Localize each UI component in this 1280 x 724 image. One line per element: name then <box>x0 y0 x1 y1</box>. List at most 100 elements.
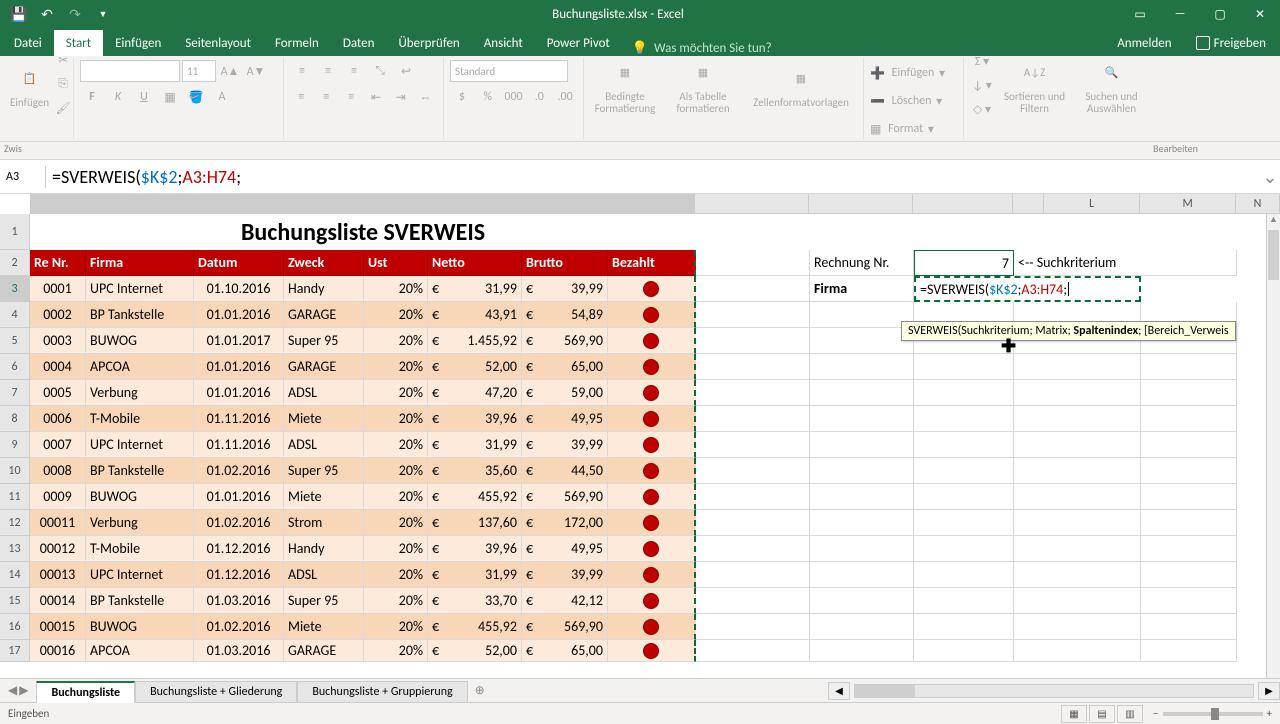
table-cell[interactable]: UPC Internet <box>86 562 194 588</box>
table-cell[interactable]: BUWOG <box>86 484 194 510</box>
tab-einfuegen[interactable]: Einfügen <box>103 30 173 56</box>
table-cell[interactable]: 01.01.2016 <box>194 484 284 510</box>
table-cell[interactable] <box>608 380 696 406</box>
table-cell[interactable]: €39,96 <box>428 536 522 562</box>
table-cell[interactable]: 00011 <box>30 510 86 536</box>
table-cell[interactable]: 01.11.2016 <box>194 432 284 458</box>
table-header[interactable]: Bezahlt <box>608 250 696 276</box>
align-center-icon[interactable]: ≡ <box>315 86 338 108</box>
table-cell[interactable]: 00014 <box>30 588 86 614</box>
table-cell[interactable]: T-Mobile <box>86 536 194 562</box>
table-cell[interactable]: €59,00 <box>522 380 608 406</box>
table-cell[interactable] <box>608 458 696 484</box>
cell-styles-button[interactable]: ▦ Zellenformatvorlagen <box>746 59 856 109</box>
table-cell[interactable]: 00013 <box>30 562 86 588</box>
percent-icon[interactable]: % <box>476 86 500 108</box>
col-header-N[interactable]: N <box>1236 194 1280 213</box>
row-header-11[interactable]: 11 <box>0 484 30 510</box>
merge-icon[interactable]: ⇔ <box>414 86 437 108</box>
formula-input[interactable]: =SVERWEIS($K$2;A3:H74; <box>46 162 1260 192</box>
row-header-4[interactable]: 4 <box>0 302 30 328</box>
table-cell[interactable]: 20% <box>364 328 428 354</box>
cut-icon[interactable]: ✂ <box>51 56 75 71</box>
zoom-slider[interactable] <box>1163 712 1263 716</box>
increase-decimal-icon[interactable]: .0 <box>527 86 551 108</box>
table-cell[interactable] <box>608 354 696 380</box>
zoom-in-icon[interactable]: + <box>1267 707 1272 720</box>
table-cell[interactable]: €172,00 <box>522 510 608 536</box>
qat-dropdown-icon[interactable]: ▼ <box>90 2 116 26</box>
active-cell-formula[interactable]: =SVERWEIS($K$2;A3:H74; <box>914 276 1141 302</box>
table-cell[interactable] <box>608 432 696 458</box>
table-cell[interactable]: GARAGE <box>284 354 364 380</box>
table-cell[interactable]: €39,99 <box>522 562 608 588</box>
name-box[interactable]: A3 <box>0 166 46 188</box>
font-size-combo[interactable]: 11 <box>182 60 216 82</box>
suchkriterium-note[interactable]: <-- Suchkriterium <box>1014 250 1237 276</box>
table-cell[interactable]: Handy <box>284 536 364 562</box>
underline-button[interactable]: U <box>132 86 156 108</box>
table-cell[interactable]: 20% <box>364 432 428 458</box>
row-header-7[interactable]: 7 <box>0 380 30 406</box>
table-cell[interactable]: 01.01.2017 <box>194 328 284 354</box>
hscroll-left-icon[interactable]: ◀ <box>828 682 850 700</box>
table-cell[interactable]: 20% <box>364 536 428 562</box>
table-cell[interactable] <box>608 510 696 536</box>
table-cell[interactable]: 01.02.2016 <box>194 614 284 640</box>
table-cell[interactable]: UPC Internet <box>86 432 194 458</box>
table-header[interactable]: Netto <box>428 250 522 276</box>
zoom-out-icon[interactable]: − <box>1153 707 1158 720</box>
table-header[interactable]: Brutto <box>522 250 608 276</box>
table-cell[interactable] <box>608 640 696 662</box>
table-cell[interactable]: BP Tankstelle <box>86 458 194 484</box>
table-cell[interactable] <box>608 328 696 354</box>
delete-cells-button[interactable]: ➖ Löschen ▾ <box>870 88 957 114</box>
table-cell[interactable]: BUWOG <box>86 614 194 640</box>
tab-formeln[interactable]: Formeln <box>263 30 331 56</box>
align-top-icon[interactable]: ≡ <box>290 60 314 82</box>
redo-icon[interactable]: ↷ <box>62 2 88 26</box>
table-header[interactable]: Firma <box>86 250 194 276</box>
vertical-scrollbar[interactable]: ▲ <box>1266 214 1280 678</box>
tab-powerpivot[interactable]: Power Pivot <box>535 30 622 56</box>
table-cell[interactable]: GARAGE <box>284 640 364 662</box>
increase-indent-icon[interactable]: ⇥ <box>389 86 412 108</box>
table-cell[interactable]: APCOA <box>86 640 194 662</box>
login-button[interactable]: Anmelden <box>1107 30 1181 56</box>
table-cell[interactable]: 01.12.2016 <box>194 536 284 562</box>
table-cell[interactable]: 0008 <box>30 458 86 484</box>
table-cell[interactable] <box>608 484 696 510</box>
table-cell[interactable]: €54,89 <box>522 302 608 328</box>
table-cell[interactable] <box>608 406 696 432</box>
conditional-formatting-button[interactable]: ▦ Bedingte Formatierung <box>590 56 660 115</box>
share-button[interactable]: Freigeben <box>1186 30 1276 56</box>
table-cell[interactable]: €39,99 <box>522 276 608 302</box>
table-cell[interactable]: ADSL <box>284 380 364 406</box>
table-cell[interactable]: 20% <box>364 406 428 432</box>
table-cell[interactable]: GARAGE <box>284 302 364 328</box>
tab-datei[interactable]: Datei <box>2 30 54 56</box>
table-cell[interactable]: 0006 <box>30 406 86 432</box>
wrap-text-icon[interactable]: ↩ <box>394 60 418 82</box>
col-header-L[interactable]: L <box>1044 194 1140 213</box>
table-cell[interactable]: 01.01.2016 <box>194 354 284 380</box>
table-cell[interactable] <box>608 276 696 302</box>
table-cell[interactable]: Verbung <box>86 510 194 536</box>
table-cell[interactable]: 01.01.2016 <box>194 302 284 328</box>
table-cell[interactable]: €47,20 <box>428 380 522 406</box>
fill-icon[interactable]: ↓ ▾ <box>970 74 994 96</box>
table-cell[interactable] <box>608 536 696 562</box>
font-name-combo[interactable] <box>80 60 180 82</box>
table-cell[interactable]: Verbung <box>86 380 194 406</box>
table-cell[interactable]: APCOA <box>86 354 194 380</box>
table-cell[interactable]: ADSL <box>284 562 364 588</box>
currency-icon[interactable]: $ <box>450 86 474 108</box>
table-cell[interactable]: 0001 <box>30 276 86 302</box>
table-cell[interactable]: €31,99 <box>428 276 522 302</box>
table-header[interactable]: Ust <box>364 250 428 276</box>
table-cell[interactable]: 20% <box>364 562 428 588</box>
table-cell[interactable]: €455,92 <box>428 484 522 510</box>
table-cell[interactable]: €455,92 <box>428 614 522 640</box>
sheet-tab-buchungsliste[interactable]: Buchungsliste <box>36 681 135 703</box>
table-cell[interactable]: 0003 <box>30 328 86 354</box>
